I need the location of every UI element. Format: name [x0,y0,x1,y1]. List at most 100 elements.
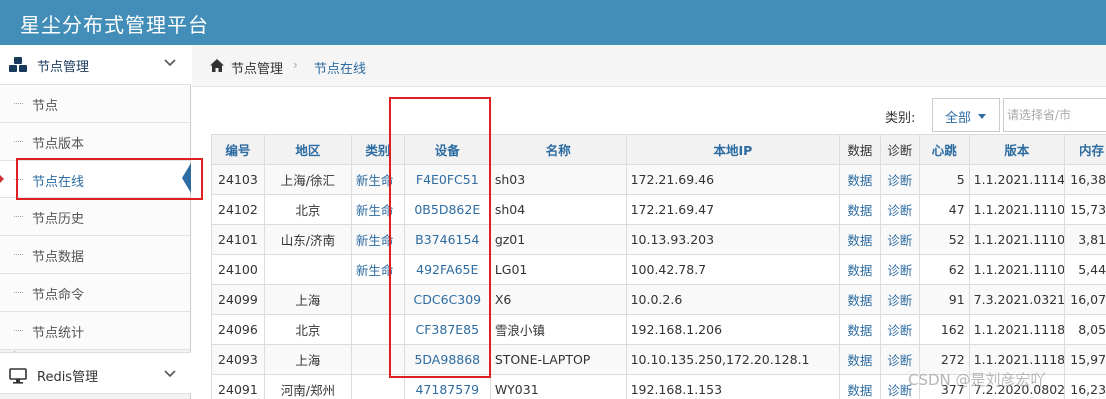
table-row: 24096 北京 CF387E85 雪浪小镇 192.168.1.206 数据 诊断 162 1… [211,314,1106,345]
cell-category-text[interactable]: 新生命 [356,263,394,278]
cell-memory: 16,383 [1064,164,1106,195]
column-header[interactable]: 名称 [489,134,627,165]
cell-data-link-text[interactable]: 数据 [847,383,872,398]
cell-data-link-text[interactable]: 数据 [847,323,872,338]
cell-data-link-text[interactable]: 数据 [847,353,872,368]
cell-diagnose-link-text[interactable]: 诊断 [887,323,912,338]
sidebar-item-nodes[interactable]: 节点 [0,85,190,123]
cell-diagnose-link-text[interactable]: 诊断 [887,233,912,248]
sidebar-item-label: 节点命令 [32,287,85,303]
cubes-icon [9,57,27,72]
sidebar-item-label: 节点历史 [32,212,85,228]
cell-device-text[interactable]: B3746154 [415,232,479,247]
caret-down-icon [978,114,986,119]
cell-category-text[interactable]: 新生命 [356,173,394,188]
cell-data-link-text[interactable]: 数据 [847,293,872,308]
column-header[interactable]: 版本 [968,134,1066,165]
category-select[interactable]: 全部 [932,98,1000,132]
sidebar-item-node-history[interactable]: 节点历史 [0,198,190,237]
cell-category-text[interactable]: 新生命 [356,233,394,248]
nav-group-label: 节点管理 [37,60,90,75]
cell-version: 1.1.2021.1110 [968,194,1066,225]
cell-heartbeat: 5 [918,164,970,195]
cell-ip: 100.42.78.7 [625,254,841,285]
cell-memory: 16,078 [1064,284,1106,315]
cell-category [350,284,405,315]
cell-data-link: 数据 [839,224,881,255]
cell-version: 1.1.2021.1110 [968,224,1066,255]
nav-group-label: Redis管理 [37,370,99,385]
cell-category-text[interactable]: 新生命 [356,203,394,218]
cell-diagnose-link-text[interactable]: 诊断 [887,263,912,278]
cell-data-link-text[interactable]: 数据 [847,233,872,248]
nodes-online-table: 编号 地区 类别 设备 名称 本地IP 数据 诊断 心跳 版本 内存 24103… [211,134,1106,399]
cell-name: STONE-LAPTOP [489,344,627,375]
cell-region: 河南/郑州 [263,374,352,399]
nav-group-redis[interactable]: Redis管理 [0,352,191,394]
breadcrumb-home-link[interactable]: 节点管理 [231,58,283,77]
cell-data-link: 数据 [839,254,881,285]
cell-diagnose-link-text[interactable]: 诊断 [887,353,912,368]
column-header[interactable]: 类别 [350,134,405,165]
column-header[interactable]: 地区 [263,134,352,165]
column-header[interactable]: 心跳 [918,134,970,165]
cell-diagnose-link-text[interactable]: 诊断 [887,293,912,308]
column-header[interactable]: 设备 [403,134,491,165]
cell-device-text[interactable]: CDC6C309 [413,292,481,307]
cell-diagnose-link-text[interactable]: 诊断 [887,203,912,218]
sidebar-item-node-stats[interactable]: 节点统计 [0,311,190,350]
cell-heartbeat: 162 [918,314,970,345]
cell-category [350,314,405,345]
column-header[interactable]: 本地IP [625,134,841,165]
cell-name: 雪浪小镇 [489,314,627,345]
sidebar-item-node-online[interactable]: 节点在线 [0,160,191,199]
cell-region [263,254,352,285]
cell-data-link-text[interactable]: 数据 [847,203,872,218]
cell-device: 5DA98868 [403,344,491,375]
sidebar-item-label: 节点在线 [32,174,85,190]
cell-ip: 192.168.1.153 [625,374,841,399]
cell-diagnose-link-text[interactable]: 诊断 [887,173,912,188]
cell-device: 492FA65E [403,254,491,285]
cell-diagnose-link: 诊断 [879,254,920,285]
column-header[interactable]: 编号 [211,134,265,165]
cell-device-text[interactable]: 47187579 [415,382,479,397]
cell-region: 北京 [263,194,352,225]
monitor-icon [9,368,27,384]
cell-device: CDC6C309 [403,284,491,315]
column-header[interactable]: 内存 [1064,134,1106,165]
nav-group-node-management[interactable]: 节点管理 [0,45,191,85]
cell-heartbeat: 91 [918,284,970,315]
cell-memory: 15,970 [1064,344,1106,375]
cell-category [350,344,405,375]
chevron-down-icon [164,370,176,378]
cell-name: X6 [489,284,627,315]
cell-device-text[interactable]: CF387E85 [416,322,480,337]
region-input[interactable] [1003,98,1106,132]
cell-data-link-text[interactable]: 数据 [847,263,872,278]
cell-ip: 192.168.1.206 [625,314,841,345]
cell-device: 0B5D862E [403,194,491,225]
cell-region: 北京 [263,314,352,345]
cell-name: LG01 [489,254,627,285]
sidebar: 节点管理 节点 节点版本 节点在线 节点历史 节点数据 节点命令 节点统计 Re… [0,45,191,399]
cell-device-text[interactable]: 492FA65E [416,262,478,277]
cell-name: WY031 [489,374,627,399]
cell-device-text[interactable]: F4E0FC51 [416,172,479,187]
breadcrumb-current: 节点在线 [314,62,367,77]
cell-data-link: 数据 [839,344,881,375]
cell-device-text[interactable]: 0B5D862E [414,202,480,217]
cell-category: 新生命 [350,164,405,195]
sidebar-item-label: 节点版本 [32,136,85,152]
table-row: 24101 山东/济南 新生命 B3746154 gz01 10.13.93.203 数据诊… [211,224,1106,255]
cell-diagnose-link: 诊断 [879,194,920,225]
cell-data-link-text[interactable]: 数据 [847,173,872,188]
cell-heartbeat: 52 [918,224,970,255]
sidebar-item-node-command[interactable]: 节点命令 [0,273,190,312]
cell-device-text[interactable]: 5DA98868 [414,352,480,367]
sidebar-item-node-data[interactable]: 节点数据 [0,236,190,274]
sidebar-item-node-version[interactable]: 节点版本 [0,122,190,161]
cell-version: 7.3.2021.0321 [968,284,1066,315]
cell-heartbeat: 62 [918,254,970,285]
cell-diagnose-link: 诊断 [879,284,920,315]
